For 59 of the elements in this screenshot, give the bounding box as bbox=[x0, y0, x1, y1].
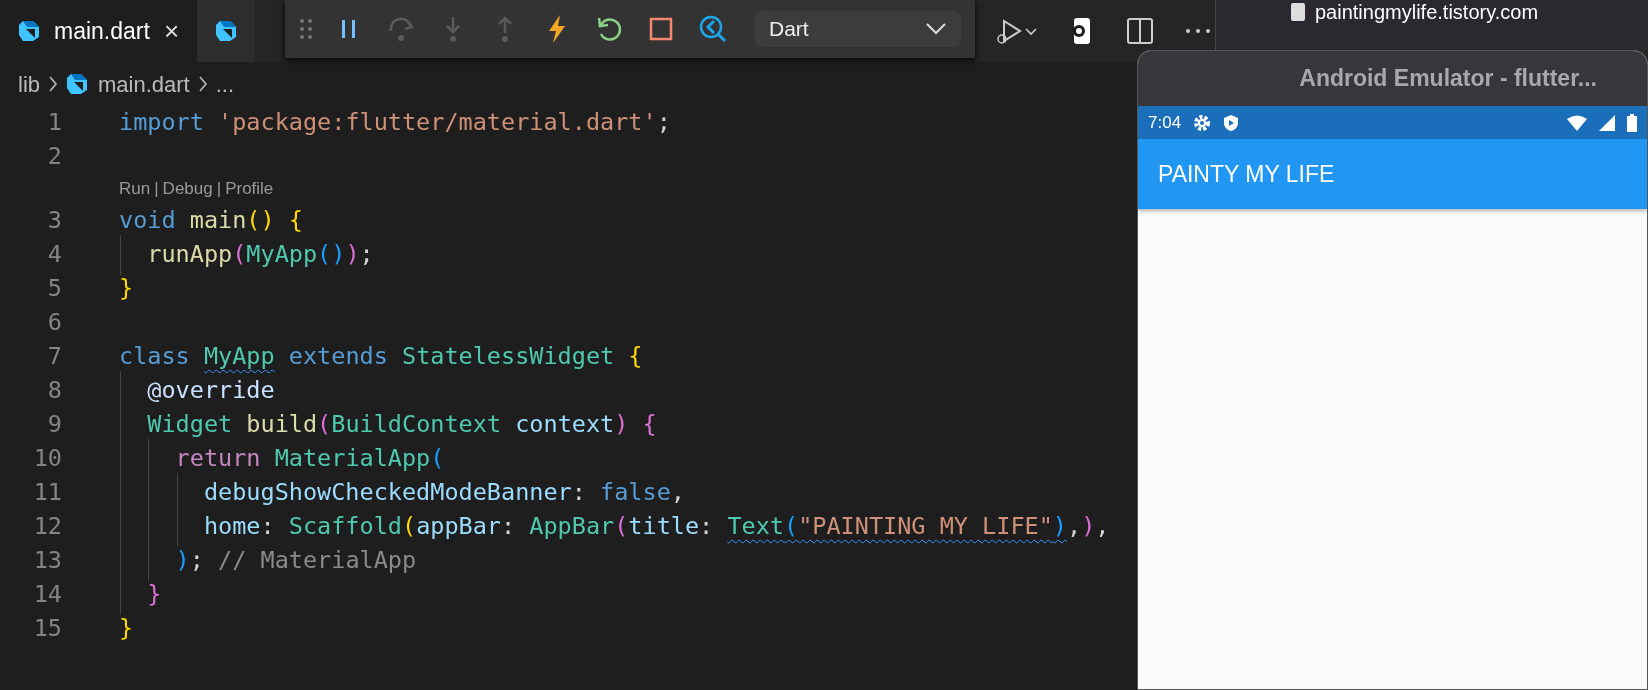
editor-tab[interactable]: main.dart × bbox=[0, 0, 198, 62]
chevron-down-icon bbox=[925, 22, 947, 36]
close-icon[interactable]: × bbox=[163, 18, 180, 44]
codelens-link[interactable]: Profile bbox=[225, 176, 274, 202]
breadcrumb-item[interactable]: lib bbox=[18, 67, 40, 101]
line-number: 9 bbox=[46, 409, 62, 441]
app-bar-title: PAINTY MY LIFE bbox=[1138, 139, 1647, 209]
editor-tab[interactable] bbox=[197, 0, 256, 62]
line-number: 5 bbox=[46, 273, 62, 305]
line-number: 2 bbox=[46, 141, 62, 173]
codelens-link[interactable]: Debug bbox=[162, 176, 213, 202]
code-text: return MaterialApp( bbox=[175, 444, 445, 473]
line-number: 10 bbox=[32, 443, 62, 475]
line-number: 3 bbox=[46, 205, 62, 237]
shield-icon bbox=[1223, 113, 1240, 132]
code-text: Widget build(BuildContext context) { bbox=[147, 410, 657, 439]
code-text: ); // MaterialApp bbox=[175, 546, 417, 575]
drag-handle-icon bbox=[299, 17, 313, 41]
status-time: 7:04 bbox=[1148, 111, 1182, 134]
line-number: 11 bbox=[32, 477, 62, 509]
config-dropdown[interactable]: Dart bbox=[755, 11, 961, 47]
codelens-link[interactable]: Run bbox=[119, 176, 151, 202]
code-text: debugShowCheckedModeBanner: false, bbox=[203, 478, 685, 507]
signal-icon bbox=[1599, 114, 1615, 131]
breadcrumb-item[interactable]: ... bbox=[215, 67, 235, 101]
code-text: @override bbox=[147, 376, 275, 405]
page-icon bbox=[1291, 3, 1305, 21]
line-number: 8 bbox=[46, 375, 62, 407]
line-number: 15 bbox=[32, 613, 62, 645]
line-number: 7 bbox=[46, 341, 62, 373]
codelens-separator: | bbox=[216, 178, 222, 201]
code-text: } bbox=[119, 614, 134, 643]
battery-icon bbox=[1627, 113, 1637, 132]
breadcrumb-item[interactable]: main.dart bbox=[98, 67, 190, 101]
code-text: runApp(MyApp()); bbox=[147, 240, 374, 269]
line-number: 1 bbox=[46, 107, 62, 139]
wifi-icon bbox=[1567, 114, 1587, 131]
code-text: class MyApp extends StatelessWidget { bbox=[119, 342, 643, 371]
line-number: 12 bbox=[32, 511, 62, 543]
code-text: import 'package:flutter/material.dart'; bbox=[119, 108, 671, 137]
code-text: } bbox=[119, 274, 134, 303]
line-number: 4 bbox=[46, 239, 62, 271]
line-number: 6 bbox=[46, 307, 62, 339]
dart-file-icon bbox=[18, 20, 40, 42]
inspector-icon[interactable] bbox=[697, 13, 729, 45]
line-number: 14 bbox=[32, 579, 62, 611]
window-title: Android Emulator - flutter... bbox=[1138, 51, 1647, 106]
codelens-separator: | bbox=[154, 178, 159, 201]
code-text: void main() { bbox=[119, 206, 303, 235]
split-editor-icon[interactable] bbox=[1124, 15, 1156, 47]
gear-icon bbox=[1193, 113, 1212, 132]
code-text: home: Scaffold(appBar: AppBar(title: Text("PAINTING MY LIFE"),), bbox=[203, 512, 1110, 541]
url-text: paintingmylife.tistory.com bbox=[1315, 0, 1539, 24]
chevron-right-icon bbox=[48, 75, 58, 93]
line-number: 13 bbox=[32, 545, 62, 577]
dart-file-icon bbox=[66, 73, 88, 95]
code-text: } bbox=[147, 580, 162, 609]
dart-file-icon bbox=[215, 20, 238, 42]
chevron-right-icon bbox=[197, 75, 208, 93]
